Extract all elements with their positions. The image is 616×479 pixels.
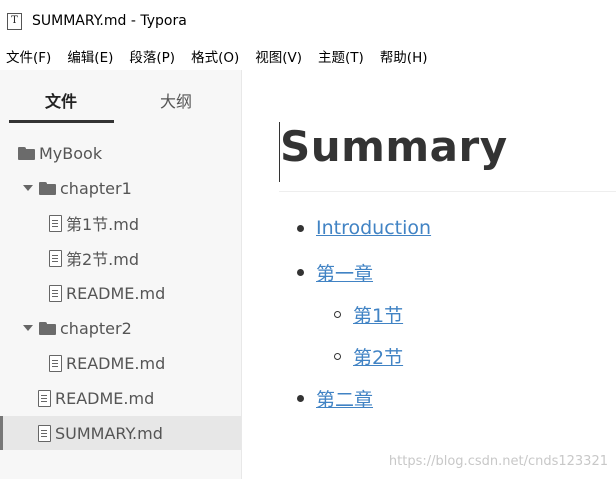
file-icon: [38, 389, 51, 407]
tree-item-label: SUMMARY.md: [55, 423, 163, 443]
folder-icon: [39, 321, 56, 335]
title-bar: T SUMMARY.md - Typora: [0, 0, 616, 42]
menu-bar: 文件(F) 编辑(E) 段落(P) 格式(O) 视图(V) 主题(T) 帮助(H…: [0, 42, 616, 70]
active-indicator: [0, 416, 3, 450]
tree-item-label: chapter1: [60, 178, 132, 198]
folder-icon: [39, 181, 56, 195]
menu-view[interactable]: 视图(V): [255, 46, 302, 66]
tree-item-label: README.md: [66, 283, 166, 303]
typora-app-icon: T: [7, 12, 22, 30]
file-icon: [38, 424, 51, 442]
bullet-icon: [297, 269, 304, 276]
menu-file[interactable]: 文件(F): [6, 46, 51, 66]
tree-item-file[interactable]: 第2节.md: [0, 241, 241, 275]
menu-edit[interactable]: 编辑(E): [67, 46, 113, 66]
file-icon: [49, 284, 62, 302]
tree-item-label: README.md: [55, 388, 155, 408]
list-item: Introduction: [297, 217, 431, 239]
sidebar: 文件 大纲 MyBook chapter1 第1节.md 第2节.md READ…: [0, 70, 242, 479]
sidebar-tabs: 文件 大纲: [0, 70, 241, 126]
tree-item-file[interactable]: README.md: [0, 276, 241, 310]
link-chapter-one[interactable]: 第一章: [316, 259, 373, 286]
tree-item-label: 第1节.md: [66, 215, 140, 234]
tree-item-file[interactable]: README.md: [0, 381, 241, 415]
heading-divider: [279, 191, 616, 192]
tree-item-file[interactable]: 第1节.md: [0, 206, 241, 240]
tree-item-label: 第2节.md: [66, 250, 140, 269]
menu-help[interactable]: 帮助(H): [380, 46, 428, 66]
bullet-circle-icon: [334, 311, 341, 318]
tree-item-chapter2[interactable]: chapter2: [0, 311, 241, 345]
folder-icon: [18, 146, 35, 160]
list-item: 第二章: [297, 385, 373, 412]
bullet-icon: [297, 224, 304, 232]
document-heading[interactable]: Summary: [280, 122, 508, 171]
menu-paragraph[interactable]: 段落(P): [129, 46, 175, 66]
tree-item-label: README.md: [66, 353, 166, 373]
list-item: 第1节: [334, 301, 403, 328]
chevron-down-icon[interactable]: [23, 185, 33, 191]
link-section-2[interactable]: 第2节: [353, 343, 403, 370]
tab-files[interactable]: 文件: [45, 88, 77, 112]
tree-item-mybook[interactable]: MyBook: [0, 136, 241, 170]
menu-theme[interactable]: 主题(T): [318, 46, 364, 66]
watermark: https://blog.csdn.net/cnds123321: [388, 454, 608, 469]
file-icon: [49, 249, 62, 267]
tree-item-file-active[interactable]: SUMMARY.md: [0, 416, 241, 450]
tree-item-label: chapter2: [60, 318, 132, 338]
bullet-circle-icon: [334, 353, 341, 360]
editor[interactable]: Summary Introduction 第一章 第1节 第2节 第二章: [242, 70, 616, 479]
bullet-icon: [297, 395, 304, 402]
link-section-1[interactable]: 第1节: [353, 301, 403, 328]
list-item: 第2节: [334, 343, 403, 370]
chevron-down-icon[interactable]: [23, 325, 33, 331]
file-icon: [49, 214, 62, 232]
link-introduction[interactable]: Introduction: [316, 217, 431, 239]
tree-item-chapter1[interactable]: chapter1: [0, 171, 241, 205]
window-title: SUMMARY.md - Typora: [32, 13, 187, 29]
active-tab-indicator: [9, 120, 114, 123]
list-item: 第一章: [297, 259, 373, 286]
file-icon: [49, 354, 62, 372]
tree-item-label: MyBook: [39, 143, 103, 163]
link-chapter-two[interactable]: 第二章: [316, 385, 373, 412]
menu-format[interactable]: 格式(O): [191, 46, 239, 66]
tab-outline[interactable]: 大纲: [160, 88, 192, 112]
tree-item-file[interactable]: README.md: [0, 346, 241, 380]
